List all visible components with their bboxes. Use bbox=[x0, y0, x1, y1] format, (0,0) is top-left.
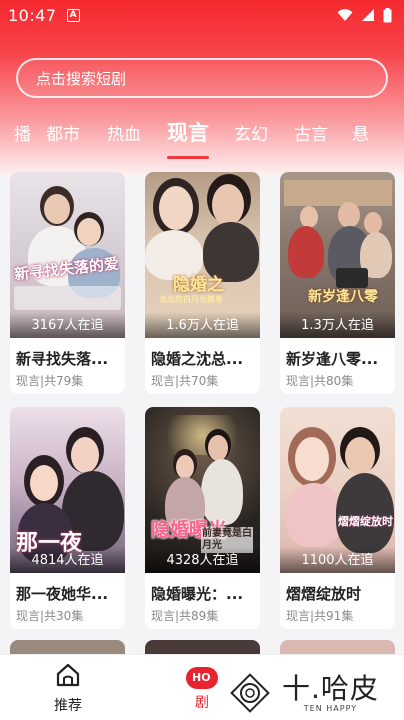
nav-home[interactable]: 推荐 bbox=[38, 663, 98, 715]
home-icon bbox=[56, 663, 80, 687]
drama-card[interactable]: 熠熠绽放时 1100人在追 熠熠绽放时 现言|共91集 bbox=[280, 407, 395, 629]
status-icons bbox=[337, 7, 392, 23]
drama-card-peek[interactable] bbox=[10, 640, 125, 654]
poster-title: 隐婚之 bbox=[173, 275, 224, 295]
drama-card[interactable]: 隐婚曝光 前妻竟是白月光 4328人在追 隐婚曝光：... 现言|共89集 bbox=[145, 407, 260, 629]
watermark-text: 十.哈皮 bbox=[282, 671, 379, 705]
card-meta: 现言|共91集 bbox=[286, 609, 354, 623]
card-title: 那一夜她华... bbox=[16, 585, 109, 603]
card-meta: 现言|共80集 bbox=[286, 374, 354, 388]
tab-guyan[interactable]: 古言 bbox=[294, 116, 328, 149]
card-meta: 现言|共89集 bbox=[151, 609, 219, 623]
views-label: 1.3万人在追 bbox=[280, 312, 395, 338]
drama-card-peek[interactable] bbox=[280, 640, 395, 654]
card-title: 新寻找失落... bbox=[16, 350, 109, 368]
views-label: 1100人在追 bbox=[280, 547, 395, 573]
drama-card[interactable]: 新寻找失落的爱 3167人在追 新寻找失落... 现言|共79集 bbox=[10, 172, 125, 394]
tab-rexue[interactable]: 热血 bbox=[107, 116, 141, 149]
drama-poster: 熠熠绽放时 1100人在追 bbox=[280, 407, 395, 573]
tab-dushi[interactable]: 都市 bbox=[46, 116, 80, 149]
drama-poster: 隐婚之 沈总的白月光替身 1.6万人在追 bbox=[145, 172, 260, 338]
card-meta: 现言|共70集 bbox=[151, 374, 219, 388]
tab-xianyan[interactable]: 现言 bbox=[167, 116, 209, 159]
watermark-logo-icon bbox=[230, 673, 270, 713]
signal-icon bbox=[362, 9, 374, 21]
category-tabs: 播 都市 热血 现言 玄幻 古言 悬 bbox=[0, 116, 404, 160]
card-meta: 现言|共30集 bbox=[16, 609, 84, 623]
tab-xuanhuan[interactable]: 玄幻 bbox=[234, 116, 268, 149]
poster-subtitle: 沈总的白月光替身 bbox=[159, 295, 223, 304]
card-title: 新岁逢八零... bbox=[286, 350, 379, 368]
status-time: 10:47 bbox=[8, 5, 57, 25]
wifi-icon bbox=[337, 9, 353, 21]
battery-icon bbox=[383, 7, 392, 22]
drama-card[interactable]: 那一夜 4814人在追 那一夜她华... 现言|共30集 bbox=[10, 407, 125, 629]
nav-home-label: 推荐 bbox=[54, 698, 82, 714]
hot-badge-icon: HO bbox=[186, 667, 218, 689]
notification-a-icon: A bbox=[66, 8, 80, 22]
views-label: 1.6万人在追 bbox=[145, 312, 260, 338]
drama-poster: 新寻找失落的爱 3167人在追 bbox=[10, 172, 125, 338]
search-placeholder: 点击搜索短剧 bbox=[36, 69, 127, 88]
card-meta: 现言|共79集 bbox=[16, 374, 84, 388]
card-title: 隐婚曝光：... bbox=[151, 585, 244, 603]
tab-bo[interactable]: 播 bbox=[14, 116, 31, 149]
poster-title: 熠熠绽放时 bbox=[338, 515, 393, 528]
views-label: 4328人在追 bbox=[145, 547, 260, 573]
drama-poster: 隐婚曝光 前妻竟是白月光 4328人在追 bbox=[145, 407, 260, 573]
watermark: 十.哈皮 TEN HAPPY bbox=[222, 666, 404, 720]
views-label: 4814人在追 bbox=[10, 547, 125, 573]
drama-poster: 那一夜 4814人在追 bbox=[10, 407, 125, 573]
card-title: 熠熠绽放时 bbox=[286, 585, 362, 603]
drama-card[interactable]: 新岁逢八零 1.3万人在追 新岁逢八零... 现言|共80集 bbox=[280, 172, 395, 394]
drama-poster: 新岁逢八零 1.3万人在追 bbox=[280, 172, 395, 338]
watermark-subtext: TEN HAPPY bbox=[303, 703, 358, 713]
status-bar: 10:47 A bbox=[0, 0, 404, 30]
hot-badge-text: HO bbox=[192, 671, 211, 684]
card-title: 隐婚之沈总... bbox=[151, 350, 244, 368]
drama-card-peek[interactable] bbox=[145, 640, 260, 654]
views-label: 3167人在追 bbox=[10, 312, 125, 338]
poster-title: 新岁逢八零 bbox=[308, 289, 378, 305]
tab-xuan[interactable]: 悬 bbox=[352, 116, 369, 149]
search-input[interactable]: 点击搜索短剧 bbox=[16, 58, 388, 98]
drama-card[interactable]: 隐婚之 沈总的白月光替身 1.6万人在追 隐婚之沈总... 现言|共70集 bbox=[145, 172, 260, 394]
